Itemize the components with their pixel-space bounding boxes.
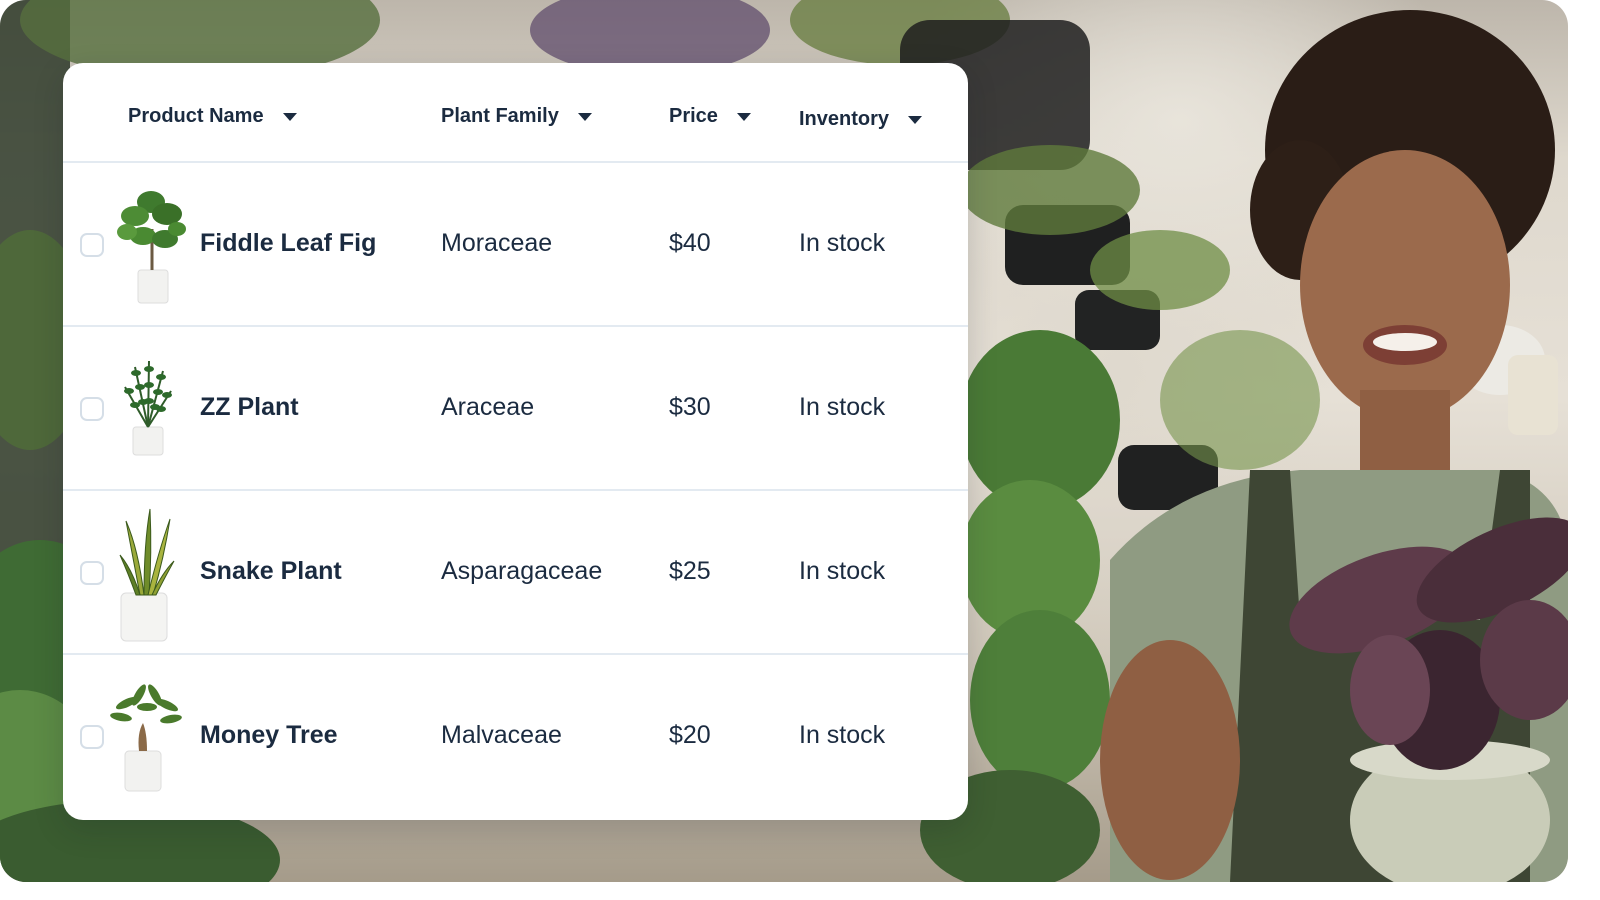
- column-header-label: Plant Family: [441, 105, 559, 127]
- plant-family: Asparagaceae: [441, 557, 603, 585]
- column-header-label: Inventory: [799, 108, 890, 130]
- column-header-product-name[interactable]: Product Name: [128, 105, 297, 128]
- column-header-inventory[interactable]: Inventory: [799, 108, 923, 131]
- price: $30: [669, 393, 711, 421]
- product-name: ZZ Plant: [200, 393, 299, 421]
- snake-plant-icon: [119, 508, 175, 642]
- table-row[interactable]: Snake Plant Asparagaceae $25 In stock: [63, 491, 968, 655]
- inventory-status: In stock: [799, 557, 886, 585]
- plant-family: Araceae: [441, 393, 535, 421]
- caret-down-icon: [736, 112, 751, 121]
- zz-plant-icon: [124, 360, 172, 456]
- price: $25: [669, 557, 711, 585]
- table-row[interactable]: Fiddle Leaf Fig Moraceae $40 In stock: [63, 162, 968, 326]
- table-row[interactable]: Money Tree Malvaceae $20 In stock: [63, 655, 968, 819]
- column-header-price[interactable]: Price: [669, 105, 751, 128]
- plant-family: Moraceae: [441, 229, 553, 257]
- fiddle-leaf-fig-plant-icon: [117, 191, 186, 304]
- price: $40: [669, 229, 711, 257]
- row-checkbox[interactable]: [80, 233, 104, 257]
- caret-down-icon: [577, 112, 592, 121]
- money-tree-plant-icon: [110, 684, 182, 792]
- price: $20: [669, 721, 711, 749]
- plant-family: Malvaceae: [441, 721, 562, 749]
- row-checkbox[interactable]: [80, 725, 104, 749]
- row-checkbox[interactable]: [80, 397, 104, 421]
- product-name: Money Tree: [200, 721, 338, 749]
- inventory-status: In stock: [799, 721, 886, 749]
- table-header-row: Product Name Plant Family Price Inventor…: [63, 63, 968, 163]
- caret-down-icon: [908, 115, 923, 124]
- product-name: Fiddle Leaf Fig: [200, 229, 377, 257]
- row-checkbox[interactable]: [80, 561, 104, 585]
- caret-down-icon: [282, 112, 297, 121]
- inventory-status: In stock: [799, 229, 886, 257]
- table-row[interactable]: ZZ Plant Araceae $30 In stock: [63, 327, 968, 491]
- column-header-label: Price: [669, 105, 718, 127]
- inventory-status: In stock: [799, 393, 886, 421]
- product-name: Snake Plant: [200, 557, 342, 585]
- product-table-card: Product Name Plant Family Price Inventor…: [63, 63, 968, 820]
- column-header-label: Product Name: [128, 105, 264, 127]
- column-header-plant-family[interactable]: Plant Family: [441, 105, 592, 128]
